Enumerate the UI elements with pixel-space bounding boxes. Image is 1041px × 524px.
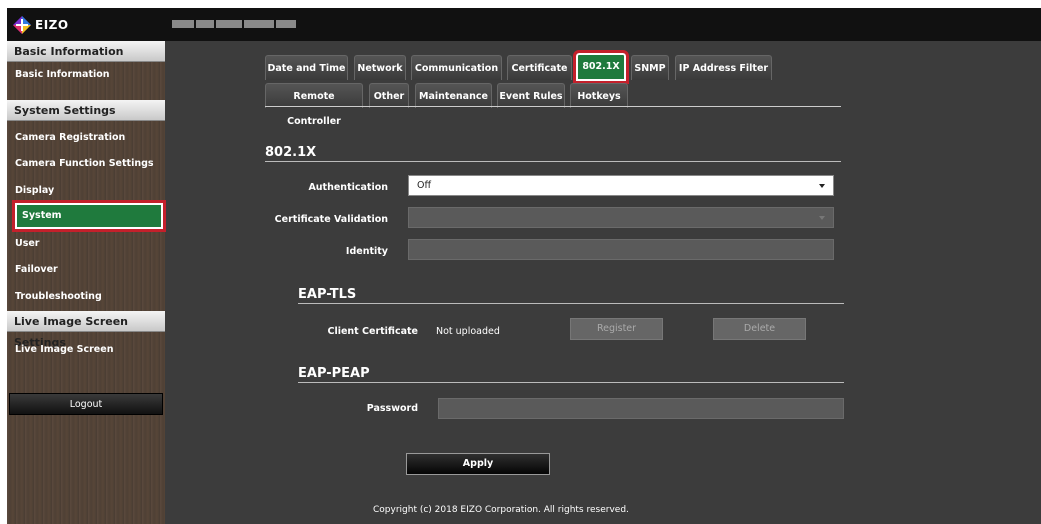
password-label: Password: [366, 403, 418, 414]
sidebar-item-camera-function-settings[interactable]: Camera Function Settings: [7, 151, 165, 177]
register-button[interactable]: Register: [570, 318, 663, 340]
sidebar-item-system[interactable]: System: [12, 200, 166, 232]
sidebar: Basic Information Basic Information Syst…: [7, 41, 166, 524]
sidebar-section-system-settings: System Settings: [7, 100, 165, 121]
tab-hotkeys[interactable]: Hotkeys: [570, 83, 628, 108]
tab-snmp[interactable]: SNMP: [631, 55, 669, 80]
sidebar-item-camera-registration[interactable]: Camera Registration: [7, 125, 165, 151]
top-bar: EIZO: [7, 8, 1041, 41]
section-title-eap-peap: EAP-PEAP: [298, 366, 370, 381]
sidebar-section-basic-information: Basic Information: [7, 41, 165, 62]
copyright-text: Copyright (c) 2018 EIZO Corporation. All…: [373, 505, 629, 515]
chevron-down-icon: [819, 216, 825, 220]
sidebar-item-display[interactable]: Display: [7, 178, 165, 204]
tab-maintenance[interactable]: Maintenance: [415, 83, 492, 108]
client-certificate-status: Not uploaded: [436, 326, 500, 337]
tab-802-1x[interactable]: 802.1X: [573, 50, 629, 84]
identity-field[interactable]: [408, 239, 834, 260]
brand-name: EIZO: [35, 18, 69, 32]
certificate-validation-label: Certificate Validation: [274, 214, 388, 225]
section-divider: [265, 161, 841, 162]
sidebar-item-troubleshooting[interactable]: Troubleshooting: [7, 284, 165, 310]
identity-label: Identity: [345, 246, 388, 257]
client-certificate-label: Client Certificate: [327, 326, 418, 337]
sidebar-item-live-image-screen[interactable]: Live Image Screen: [7, 337, 165, 363]
eap-tls-divider: [298, 303, 844, 304]
sidebar-item-failover[interactable]: Failover: [7, 257, 165, 283]
logout-button[interactable]: Logout: [9, 393, 163, 415]
tab-ip-address-filter[interactable]: IP Address Filter: [675, 55, 772, 80]
device-name-obscured: [172, 19, 317, 28]
eizo-logo: EIZO: [13, 16, 69, 34]
tab-other[interactable]: Other: [369, 83, 409, 108]
authentication-label: Authentication: [308, 182, 388, 193]
sidebar-item-user[interactable]: User: [7, 231, 165, 257]
section-title-802-1x: 802.1X: [265, 145, 317, 160]
tab-divider: [265, 106, 841, 107]
tab-date-and-time[interactable]: Date and Time: [265, 55, 348, 80]
tab-certificate[interactable]: Certificate: [507, 55, 572, 80]
sidebar-section-live-image-screen-settings: Live Image Screen Settings: [7, 311, 165, 349]
tab-remote-controller[interactable]: Remote Controller: [265, 83, 363, 127]
certificate-validation-select[interactable]: [408, 207, 834, 228]
sidebar-item-basic-information[interactable]: Basic Information: [7, 62, 165, 88]
apply-button[interactable]: Apply: [406, 453, 550, 475]
app-frame: EIZO Basic Information Basic Information…: [7, 8, 1041, 524]
delete-button[interactable]: Delete: [713, 318, 806, 340]
tab-event-rules[interactable]: Event Rules: [497, 83, 565, 108]
section-title-eap-tls: EAP-TLS: [298, 287, 357, 302]
authentication-value: Off: [417, 180, 432, 191]
tab-communication[interactable]: Communication: [411, 55, 502, 80]
authentication-select[interactable]: Off: [408, 175, 834, 196]
chevron-down-icon: [819, 184, 825, 188]
eap-peap-divider: [298, 382, 844, 383]
eizo-diamond-icon: [13, 16, 31, 34]
tab-network[interactable]: Network: [354, 55, 406, 80]
password-field[interactable]: [438, 398, 844, 419]
